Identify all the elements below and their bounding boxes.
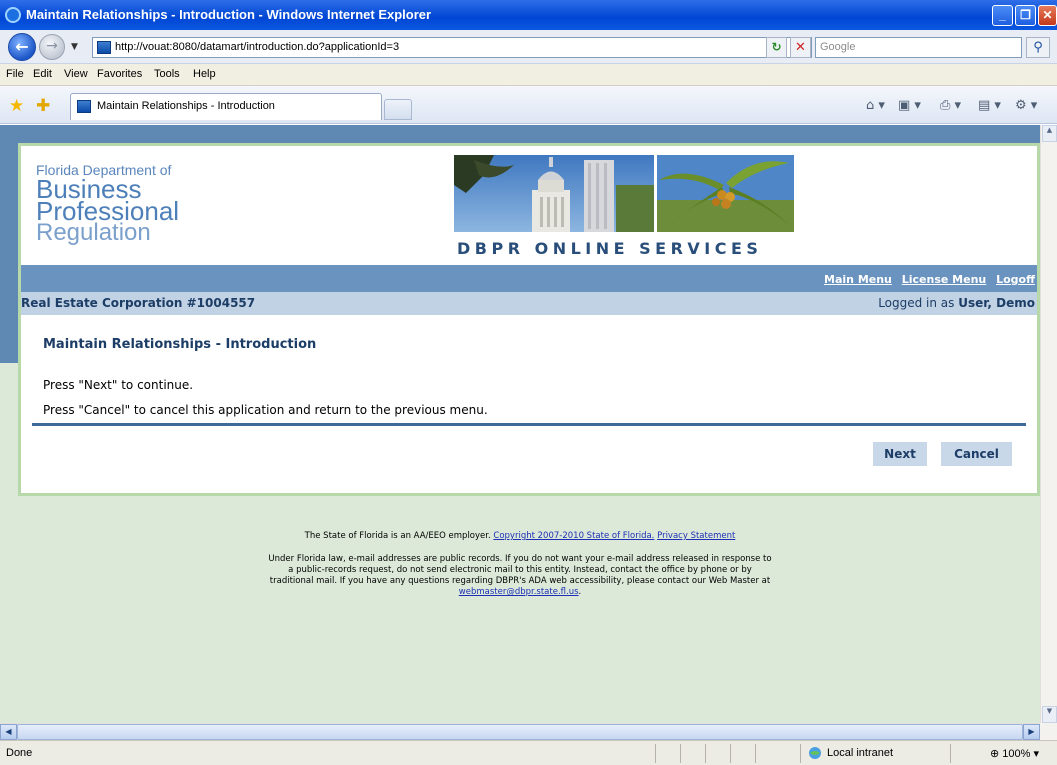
instruction-cancel: Press "Cancel" to cancel this applicatio… [43,403,488,417]
home-icon[interactable]: ⌂ ▾ [866,98,885,113]
status-divider [800,744,801,763]
scrollbar-corner [1040,723,1057,740]
status-divider [730,744,731,763]
logoff-link[interactable]: Logoff [996,273,1035,286]
license-menu-link[interactable]: License Menu [902,273,987,286]
zoom-value: 100% [1002,748,1031,760]
refresh-button[interactable]: ↻ [766,37,787,58]
logged-in-user: User, Demo [958,296,1035,310]
privacy-statement-link[interactable]: Privacy Statement [657,531,735,541]
logged-in-prefix: Logged in as [878,296,959,310]
entity-name: Real Estate Corporation #1004557 [21,296,256,310]
footer-eeo-text: The State of Florida is an AA/EEO employ… [304,531,491,541]
banner-caption: DBPR ONLINE SERVICES [457,239,763,258]
scroll-down-icon[interactable]: ▼ [1042,706,1057,723]
local-intranet-icon [809,747,821,759]
footer-line-1: Under Florida law, e-mail addresses are … [268,554,772,564]
search-placeholder: Google [820,41,856,53]
search-input[interactable]: Google [815,37,1022,58]
status-divider [705,744,706,763]
capitol-palm-photo [454,155,794,232]
favorites-star-icon[interactable]: ★ [9,96,24,116]
tools-gear-icon[interactable]: ⚙ ▾ [1015,98,1037,113]
menu-tools[interactable]: Tools [154,68,180,80]
webmaster-email-link[interactable]: webmaster@dbpr.state.fl.us [459,587,579,597]
main-menu-link[interactable]: Main Menu [824,273,892,286]
menu-bar: File Edit View Favorites Tools Help [0,64,1057,86]
page-title: Maintain Relationships - Introduction [43,337,317,352]
page-favicon-icon [97,41,111,54]
tab-title: Maintain Relationships - Introduction [97,100,275,112]
forward-button[interactable]: → [39,34,65,60]
new-tab-button[interactable] [384,99,412,120]
status-divider [680,744,681,763]
address-text: http://vouat:8080/datamart/introduction.… [115,41,400,53]
page-menu-icon[interactable]: ▤ ▾ [978,98,1001,113]
page-viewport: Florida Department of Business Professio… [0,125,1040,723]
window-title: Maintain Relationships - Introduction - … [26,7,432,22]
cancel-button[interactable]: Cancel [941,442,1012,466]
scroll-left-icon[interactable]: ◀ [0,724,17,740]
scroll-right-icon[interactable]: ▶ [1023,724,1040,740]
entity-bar: Real Estate Corporation #1004557 Logged … [21,292,1037,315]
scroll-up-icon[interactable]: ▲ [1042,125,1057,142]
horizontal-scroll-thumb[interactable] [17,724,1023,740]
back-button[interactable]: ← [8,33,36,61]
security-zone: Local intranet [827,747,894,759]
footer-line-3: traditional mail. If you have any questi… [269,576,771,586]
vertical-scrollbar[interactable]: ▲ ▼ [1040,125,1057,723]
status-text: Done [6,747,33,759]
tab-bar: ★ ✚ Maintain Relationships - Introductio… [0,86,1057,124]
status-divider [655,744,656,763]
add-favorite-icon[interactable]: ✚ [36,96,50,116]
instruction-next: Press "Next" to continue. [43,378,194,392]
print-icon[interactable]: ⎙ ▾ [940,98,961,113]
ie-logo-icon [5,7,21,23]
maximize-button[interactable]: ❐ [1015,5,1036,26]
horizontal-scrollbar[interactable]: ◀ ▶ [0,723,1040,740]
footer-line-2: a public-records request, do not send el… [288,565,752,575]
stop-button[interactable]: ✕ [790,37,811,58]
status-divider [755,744,756,763]
menu-file[interactable]: File [6,68,24,80]
menu-help[interactable]: Help [193,68,216,80]
address-input[interactable]: http://vouat:8080/datamart/introduction.… [92,37,812,58]
status-bar: Done Local intranet ⊕ 100% ▾ [0,740,1057,765]
tab-current-page[interactable]: Maintain Relationships - Introduction [70,93,382,120]
header-nav-strip: Main Menu License Menu Logoff [21,265,1037,292]
status-divider [950,744,951,763]
window-titlebar: Maintain Relationships - Introduction - … [0,0,1057,30]
tab-favicon-icon [77,100,91,113]
online-services-banner: DBPR ONLINE SERVICES [454,155,809,265]
section-divider [32,423,1026,426]
address-toolbar: ← → ▼ http://vouat:8080/datamart/introdu… [0,30,1057,64]
feeds-icon[interactable]: ▣ ▾ [898,98,921,113]
menu-favorites[interactable]: Favorites [97,68,142,80]
login-status: Logged in as User, Demo [878,296,1035,310]
menu-view[interactable]: View [64,68,88,80]
content-frame: Florida Department of Business Professio… [18,143,1040,496]
history-dropdown-icon[interactable]: ▼ [71,42,78,52]
search-icon[interactable]: ⚲ [1026,37,1050,58]
minimize-button[interactable]: _ [992,5,1013,26]
next-button[interactable]: Next [873,442,927,466]
close-window-button[interactable]: ✕ [1038,5,1057,26]
page-footer: The State of Florida is an AA/EEO employ… [0,531,1040,598]
dbpr-logo: Florida Department of Business Professio… [36,162,179,245]
webmaster-suffix: . [578,587,582,597]
zoom-level[interactable]: ⊕ 100% ▾ [990,747,1039,760]
copyright-link[interactable]: Copyright 2007-2010 State of Florida. [493,531,654,541]
menu-edit[interactable]: Edit [33,68,52,80]
